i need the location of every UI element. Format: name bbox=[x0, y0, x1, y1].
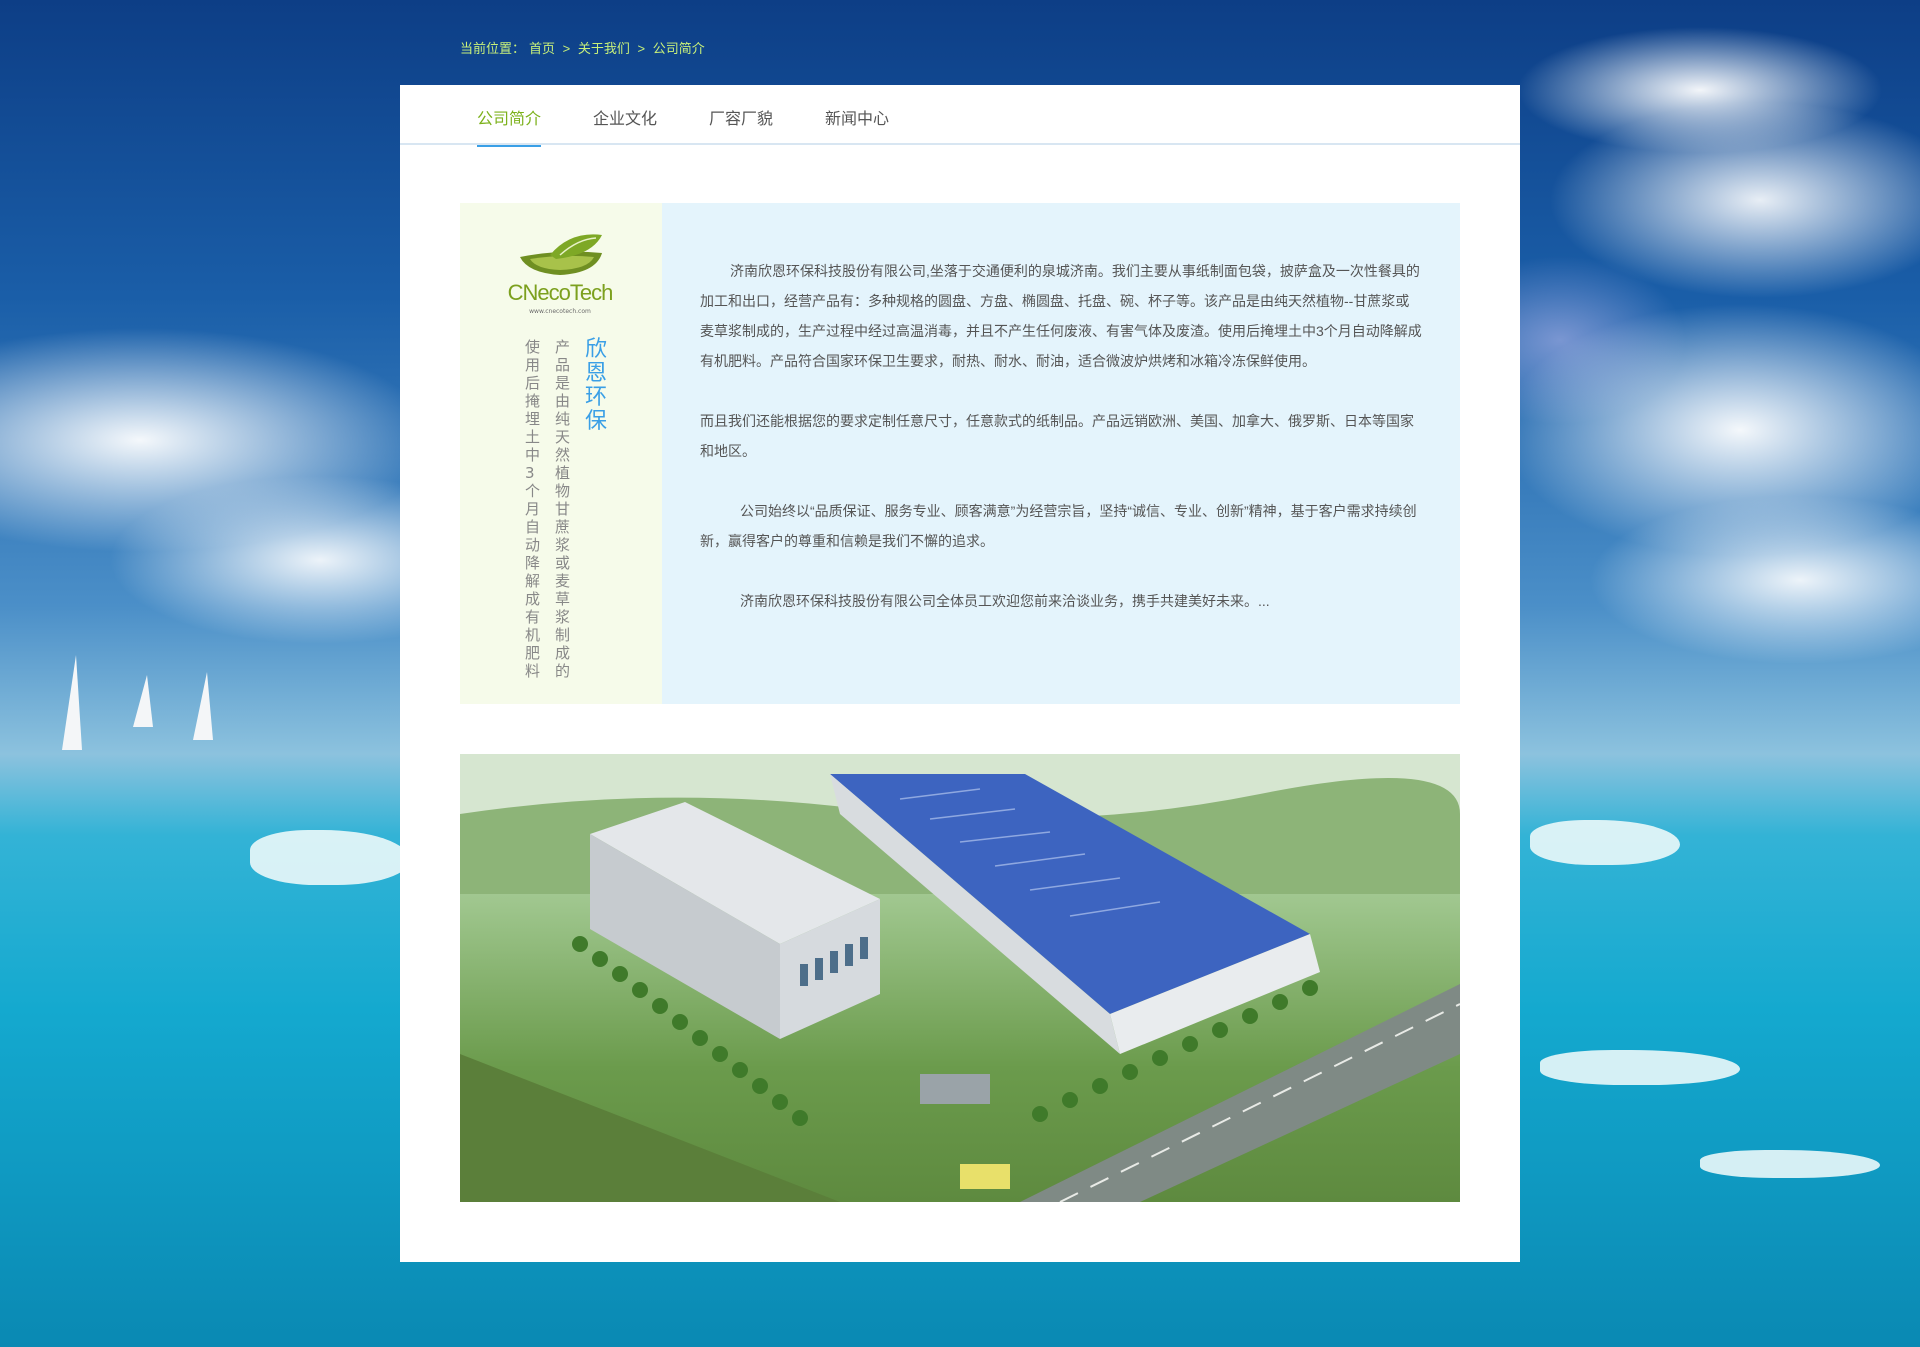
tab-corporate-culture[interactable]: 企业文化 bbox=[593, 105, 657, 145]
factory-illustration bbox=[460, 754, 1460, 1202]
sailboat-icon bbox=[193, 672, 213, 740]
island-shape bbox=[1530, 820, 1680, 865]
breadcrumb-home-link[interactable]: 首页 bbox=[529, 41, 555, 56]
intro-text-box: 济南欣恩环保科技股份有限公司,坐落于交通便利的泉城济南。我们主要从事纸制面包袋，… bbox=[662, 203, 1460, 704]
breadcrumb-separator: > bbox=[562, 41, 571, 56]
side-text-column-2: 使用后掩埋土中3个月自动降解成有机肥料 bbox=[525, 338, 541, 680]
breadcrumb-about-link[interactable]: 关于我们 bbox=[578, 41, 630, 56]
breadcrumb-separator: > bbox=[637, 41, 646, 56]
tab-factory-view[interactable]: 厂容厂貌 bbox=[709, 105, 773, 145]
breadcrumb: 当前位置： 首页 > 关于我们 > 公司简介 bbox=[460, 38, 709, 57]
content-panel: 公司简介 企业文化 厂容厂貌 新闻中心 CNecoTech www.cnecot… bbox=[400, 85, 1520, 1262]
logo-text: CNecoTech bbox=[507, 280, 614, 305]
side-text-column-1: 产品是由纯天然植物甘蔗浆或麦草浆制成的 bbox=[555, 338, 571, 680]
intro-paragraph-4: 济南欣恩环保科技股份有限公司全体员工欢迎您前来洽谈业务，携手共建美好未来。... bbox=[740, 593, 1270, 609]
intro-section: CNecoTech www.cnecotech.com 欣恩环保 产品是由纯天然… bbox=[460, 203, 1460, 704]
intro-paragraph-3: 公司始终以“品质保证、服务专业、顾客满意”为经营宗旨，坚持“诚信、专业、创新”精… bbox=[700, 503, 1417, 549]
intro-paragraph-1: 济南欣恩环保科技股份有限公司,坐落于交通便利的泉城济南。我们主要从事纸制面包袋，… bbox=[700, 263, 1422, 369]
island-shape bbox=[1700, 1150, 1880, 1178]
side-title: 欣恩环保 bbox=[585, 337, 608, 434]
tab-bar: 公司简介 企业文化 厂容厂貌 新闻中心 bbox=[400, 85, 1520, 147]
leaf-bowl-icon bbox=[520, 234, 602, 275]
breadcrumb-label: 当前位置： bbox=[460, 41, 526, 56]
island-shape bbox=[1540, 1050, 1740, 1085]
logo-url: www.cnecotech.com bbox=[529, 308, 591, 315]
tab-company-profile[interactable]: 公司简介 bbox=[477, 105, 542, 147]
intro-sidebar: CNecoTech www.cnecotech.com 欣恩环保 产品是由纯天然… bbox=[460, 203, 662, 704]
intro-paragraph-2: 而且我们还能根据您的要求定制任意尺寸，任意款式的纸制品。产品远销欧洲、美国、加拿… bbox=[700, 413, 1414, 459]
sailboat-icon bbox=[133, 675, 153, 727]
island-shape bbox=[250, 830, 410, 885]
sailboat-icon bbox=[62, 655, 82, 750]
tab-news-center[interactable]: 新闻中心 bbox=[825, 105, 889, 145]
company-logo: CNecoTech www.cnecotech.com bbox=[500, 229, 620, 319]
breadcrumb-current: 公司简介 bbox=[652, 41, 705, 56]
factory-photo bbox=[460, 754, 1460, 1202]
